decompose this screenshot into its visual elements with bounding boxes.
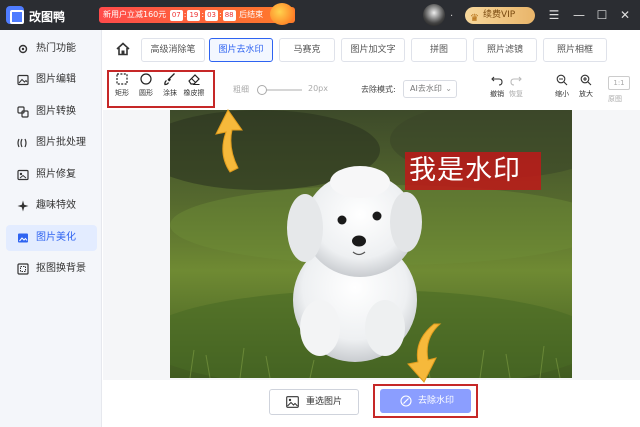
watermark-toolbar: 矩形 圆形 涂抹 橡皮擦 粗细 20px 去除模式: AI去水印 ⌄ 撤销 恢复… (103, 68, 640, 108)
convert-icon (17, 106, 29, 118)
countdown-minutes: 03 (205, 10, 218, 21)
sidebar-item-label: 图片美化 (36, 232, 76, 243)
countdown-hours: 19 (187, 10, 201, 21)
tool-label: 橡皮擦 (183, 89, 205, 97)
vip-renew-button[interactable]: ♛ 续费VIP (465, 7, 535, 24)
promo-text: 新用户立减160元 (103, 10, 167, 19)
promo-suffix: 后结束 (239, 10, 264, 19)
remove-label: 去除水印 (418, 396, 455, 406)
sidebar-item-label: 热门功能 (36, 43, 76, 54)
brush-size-handle[interactable] (257, 85, 268, 95)
zoom-in-label: 放大 (579, 90, 593, 98)
sidebar-item-label: 抠图换背景 (36, 263, 86, 274)
tool-tabs: 高级消除笔 图片去水印 马赛克 图片加文字 拼图 照片滤镜 照片相框 (103, 36, 640, 64)
sidebar-item-hot[interactable]: 热门功能 (6, 36, 97, 62)
tool-label: 圆形 (139, 89, 153, 97)
tab-filter[interactable]: 照片滤镜 (473, 38, 537, 62)
sidebar: 热门功能 图片编辑 图片转换 图片批处理 照片修复 趣味特效 图片美化 抠图换背… (0, 30, 102, 427)
circle-select-icon (140, 73, 152, 85)
watermark-overlay[interactable]: 我是水印 (405, 152, 541, 190)
zoom-out-label: 缩小 (555, 90, 569, 98)
close-icon[interactable]: ✕ (616, 6, 634, 24)
magic-icon (400, 395, 412, 407)
redo-button[interactable]: 恢复 (505, 74, 527, 99)
zoom-in-icon (580, 74, 592, 86)
reselect-label: 重选图片 (306, 397, 343, 407)
tab-add-text[interactable]: 图片加文字 (341, 38, 405, 62)
original-size-button[interactable]: 1:1 (608, 76, 630, 90)
eraser-icon (188, 74, 200, 85)
menu-icon[interactable]: ☰ (545, 6, 563, 24)
tab-advanced-eraser[interactable]: 高级消除笔 (141, 38, 205, 62)
mode-label: 去除模式: (361, 85, 396, 94)
watermark-text: 我是水印 (409, 155, 521, 186)
zoom-out-icon (556, 74, 568, 86)
reselect-image-button[interactable]: 重选图片 (269, 389, 359, 415)
tool-label: 涂抹 (163, 89, 177, 97)
chevron-down-icon: ⌄ (445, 84, 452, 93)
beautify-icon (17, 232, 29, 244)
tab-mosaic[interactable]: 马赛克 (279, 38, 335, 62)
brush-size-value: 20px (308, 84, 328, 93)
sidebar-item-label: 图片编辑 (36, 74, 76, 85)
image-icon (286, 396, 299, 408)
zoom-out-button[interactable]: 缩小 (551, 74, 573, 99)
title-bar: 改图鸭 新用户立减160元 07:19:03:88 后结束 . ♛ 续费VIP … (0, 0, 640, 30)
vip-label: 续费VIP (483, 10, 516, 20)
repair-icon (17, 169, 29, 181)
gift-icon[interactable] (270, 3, 294, 25)
pointer-arrow-icon (215, 109, 243, 173)
cutout-icon (17, 263, 29, 275)
mode-select[interactable]: AI去水印 ⌄ (403, 80, 457, 98)
avatar[interactable] (423, 4, 445, 26)
user-name: . (450, 8, 454, 19)
maximize-icon[interactable]: ☐ (593, 6, 611, 24)
sidebar-item-beautify[interactable]: 图片美化 (6, 225, 97, 251)
tab-frame[interactable]: 照片相框 (543, 38, 607, 62)
pointer-arrow-icon (407, 323, 442, 383)
sidebar-item-label: 趣味特效 (36, 200, 76, 211)
image-edit-icon (17, 74, 29, 86)
sidebar-item-label: 图片批处理 (36, 137, 86, 148)
sidebar-item-label: 照片修复 (36, 169, 76, 180)
effects-icon (17, 200, 29, 212)
settings-icon (17, 43, 29, 55)
undo-icon (491, 76, 503, 86)
batch-icon (17, 137, 29, 149)
promo-banner[interactable]: 新用户立减160元 07:19:03:88 后结束 (99, 7, 295, 23)
home-icon[interactable] (113, 39, 133, 59)
mode-value: AI去水印 (410, 84, 442, 93)
image-canvas[interactable] (103, 110, 640, 380)
countdown-days: 07 (169, 10, 183, 21)
original-size-label: 原图 (608, 95, 622, 103)
rectangle-select-icon (116, 73, 128, 85)
countdown-seconds: 88 (222, 10, 236, 21)
sidebar-item-edit[interactable]: 图片编辑 (6, 67, 97, 93)
tool-eraser[interactable]: 橡皮擦 (182, 72, 206, 98)
brush-size-label: 粗细 (233, 85, 249, 94)
tool-circle[interactable]: 圆形 (134, 72, 158, 98)
app-title: 改图鸭 (29, 10, 66, 24)
brush-icon (164, 73, 175, 86)
sidebar-item-batch[interactable]: 图片批处理 (6, 130, 97, 156)
sidebar-item-convert[interactable]: 图片转换 (6, 99, 97, 125)
sidebar-item-cutout[interactable]: 抠图换背景 (6, 256, 97, 282)
remove-watermark-button[interactable]: 去除水印 (380, 389, 471, 413)
tool-label: 矩形 (115, 89, 129, 97)
redo-label: 恢复 (509, 90, 523, 98)
tool-rectangle[interactable]: 矩形 (110, 72, 134, 98)
tab-collage[interactable]: 拼图 (411, 38, 467, 62)
tab-remove-watermark[interactable]: 图片去水印 (209, 38, 273, 62)
app-logo-icon (6, 6, 24, 24)
crown-icon: ♛ (470, 13, 479, 24)
minimize-icon[interactable]: — (570, 6, 588, 24)
tool-brush[interactable]: 涂抹 (158, 72, 182, 98)
sidebar-item-label: 图片转换 (36, 106, 76, 117)
sidebar-item-repair[interactable]: 照片修复 (6, 162, 97, 188)
zoom-in-button[interactable]: 放大 (575, 74, 597, 99)
redo-icon (510, 76, 522, 86)
sidebar-item-effects[interactable]: 趣味特效 (6, 193, 97, 219)
